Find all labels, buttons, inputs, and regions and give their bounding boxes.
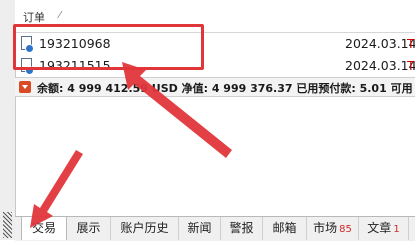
annotation-arrow-to-orders — [122, 62, 232, 158]
annotation-arrow-to-trade-tab — [30, 150, 83, 228]
annotation-arrows — [30, 62, 232, 228]
